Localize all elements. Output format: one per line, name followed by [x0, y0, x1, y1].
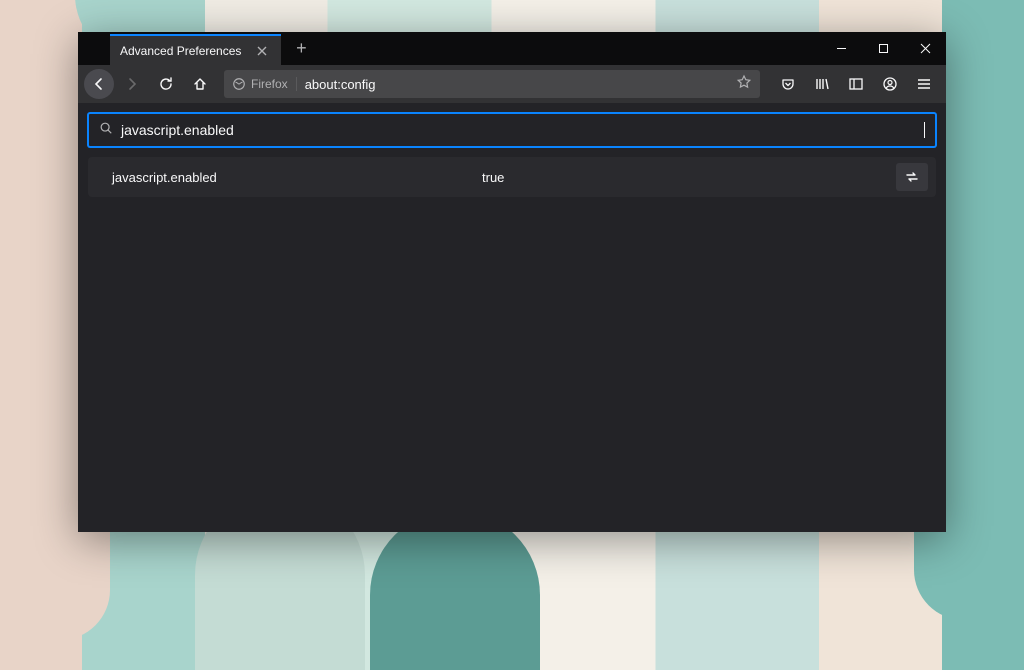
site-identity[interactable]: Firefox [232, 77, 297, 91]
tab-bar: Advanced Preferences + [78, 32, 946, 65]
back-button[interactable] [84, 69, 114, 99]
preference-name: javascript.enabled [112, 170, 482, 185]
reload-button[interactable] [150, 69, 182, 99]
pocket-icon[interactable] [772, 69, 804, 99]
toggle-icon [904, 169, 920, 185]
account-icon[interactable] [874, 69, 906, 99]
browser-window: Advanced Preferences + Firefox [78, 32, 946, 532]
preference-search-box[interactable]: javascript.enabled [88, 113, 936, 147]
minimize-button[interactable] [820, 32, 862, 65]
firefox-icon [232, 77, 246, 91]
toggle-button[interactable] [896, 163, 928, 191]
search-input[interactable]: javascript.enabled [121, 122, 925, 138]
sidebar-icon[interactable] [840, 69, 872, 99]
content-area: javascript.enabled javascript.enabled tr… [78, 103, 946, 532]
preference-row[interactable]: javascript.enabled true [88, 157, 936, 197]
identity-label: Firefox [251, 77, 288, 91]
search-icon [99, 121, 113, 140]
bookmark-star-icon[interactable] [736, 74, 752, 95]
forward-button[interactable] [116, 69, 148, 99]
tab-title: Advanced Preferences [120, 44, 241, 58]
active-tab[interactable]: Advanced Preferences [110, 34, 281, 65]
menu-icon[interactable] [908, 69, 940, 99]
preference-value: true [482, 170, 896, 185]
new-tab-button[interactable]: + [285, 32, 317, 65]
library-icon[interactable] [806, 69, 838, 99]
nav-bar: Firefox about:config [78, 65, 946, 103]
maximize-button[interactable] [862, 32, 904, 65]
home-button[interactable] [184, 69, 216, 99]
close-tab-icon[interactable] [253, 42, 271, 60]
url-text: about:config [305, 77, 728, 92]
window-controls [820, 32, 946, 65]
url-bar[interactable]: Firefox about:config [224, 70, 760, 98]
close-window-button[interactable] [904, 32, 946, 65]
